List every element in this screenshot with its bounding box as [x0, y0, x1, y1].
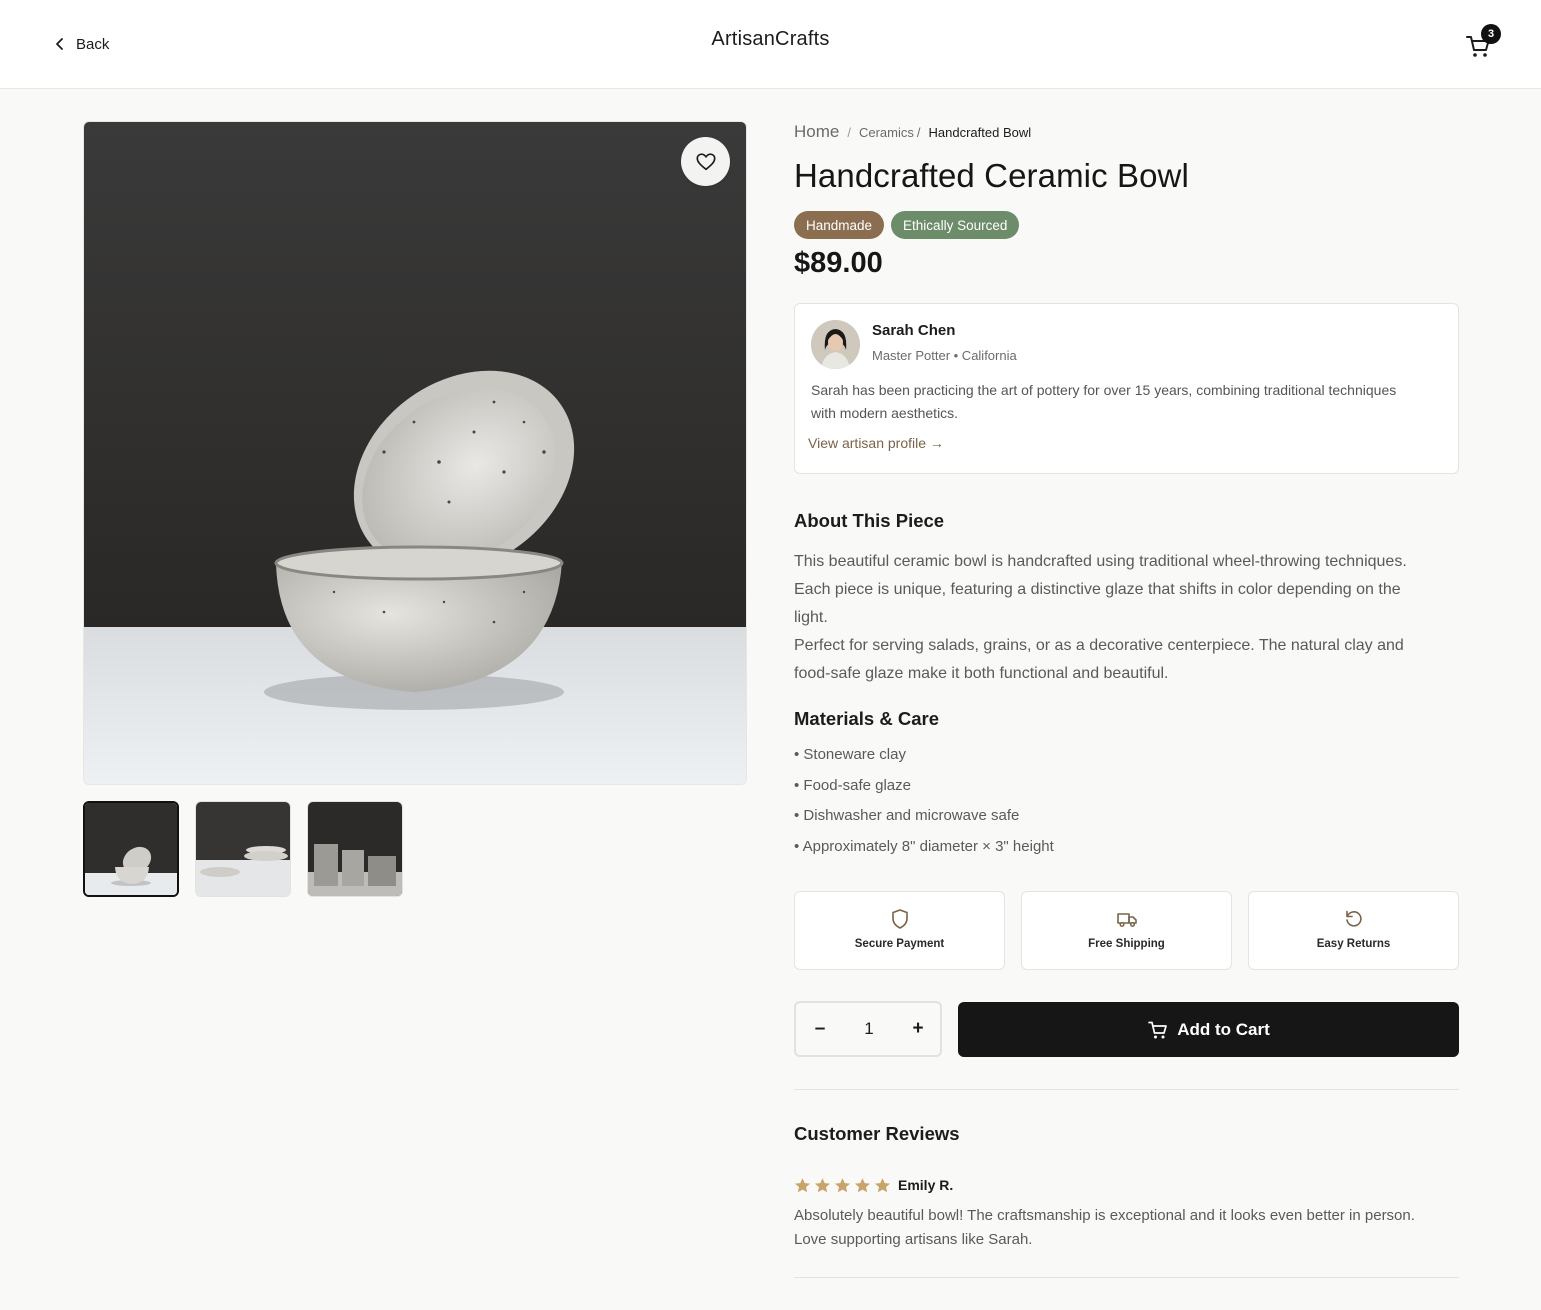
- thumbnail-3[interactable]: [307, 801, 403, 897]
- badge-ethically-sourced: Ethically Sourced: [891, 211, 1020, 239]
- brand-logo[interactable]: ArtisanCrafts: [0, 28, 1541, 51]
- wishlist-button[interactable]: [681, 137, 730, 186]
- add-to-cart-label: Add to Cart: [1177, 1019, 1270, 1039]
- breadcrumb-current: Handcrafted Bowl: [928, 125, 1032, 140]
- feature-label: Secure Payment: [854, 938, 945, 950]
- quantity-decrease-button[interactable]: –: [810, 1017, 830, 1041]
- quantity-input[interactable]: [846, 1017, 892, 1041]
- product-title: Handcrafted Ceramic Bowl: [794, 157, 1189, 194]
- feature-free-shipping: Free Shipping: [1021, 891, 1232, 970]
- add-to-cart-button[interactable]: Add to Cart: [958, 1002, 1459, 1057]
- star-icon: [855, 1178, 870, 1193]
- reviews-heading: Customer Reviews: [794, 1123, 960, 1144]
- about-heading: About This Piece: [794, 510, 945, 531]
- thumbnail-1[interactable]: [83, 801, 179, 897]
- cart-count-badge: 3: [1481, 24, 1501, 44]
- thumbnail-2[interactable]: [195, 801, 291, 897]
- divider: [794, 1277, 1459, 1278]
- feature-easy-returns: Easy Returns: [1248, 891, 1459, 970]
- star-icon: [875, 1178, 890, 1193]
- breadcrumb-separator: /: [847, 125, 851, 140]
- avatar: [811, 320, 860, 369]
- divider: [794, 1089, 1459, 1090]
- cart-icon: [1148, 1021, 1168, 1038]
- product-badges: Handmade Ethically Sourced: [794, 211, 1020, 239]
- quantity-stepper: – +: [794, 1001, 942, 1057]
- feature-label: Easy Returns: [1316, 938, 1391, 950]
- about-description: This beautiful ceramic bowl is handcraft…: [794, 548, 1434, 688]
- artisan-role: Master Potter • California: [872, 348, 1017, 363]
- reviewer-name: Emily R.: [898, 1177, 954, 1193]
- cart-button[interactable]: 3: [1462, 24, 1502, 62]
- artisan-name: Sarah Chen: [872, 322, 956, 339]
- top-bar: Back ArtisanCrafts 3: [0, 0, 1541, 89]
- product-main-image: [83, 121, 747, 785]
- list-item: • Stoneware clay: [794, 746, 906, 763]
- rotate-icon: [1345, 910, 1362, 927]
- about-paragraph: Perfect for serving salads, grains, or a…: [794, 637, 1404, 682]
- materials-list: • Stoneware clay • Food-safe glaze • Dis…: [794, 742, 1054, 864]
- list-item: • Dishwasher and microwave safe: [794, 807, 1020, 825]
- heart-icon: [695, 152, 716, 170]
- feature-label: Free Shipping: [1088, 938, 1165, 950]
- about-paragraph: This beautiful ceramic bowl is handcraft…: [794, 553, 1407, 626]
- star-icon: [795, 1178, 810, 1193]
- breadcrumb-separator: /: [916, 125, 921, 140]
- view-artisan-profile-link[interactable]: View artisan profile →: [808, 435, 944, 451]
- star-icon: [835, 1178, 850, 1193]
- truck-icon: [1116, 913, 1137, 928]
- product-price: $89.00: [794, 247, 883, 279]
- star-icon: [815, 1178, 830, 1193]
- materials-heading: Materials & Care: [794, 708, 939, 729]
- review-text: Absolutely beautiful bowl! The craftsman…: [794, 1207, 1415, 1248]
- artisan-bio: Sarah has been practicing the art of pot…: [811, 382, 1397, 421]
- list-item: • Food-safe glaze: [794, 776, 911, 794]
- badge-handmade: Handmade: [794, 211, 885, 239]
- breadcrumb-ceramics[interactable]: Ceramics: [859, 125, 914, 140]
- list-item: • Approximately 8" diameter × 3" height: [794, 837, 1054, 855]
- feature-secure-payment: Secure Payment: [794, 891, 1005, 970]
- quantity-increase-button[interactable]: +: [908, 1017, 928, 1041]
- breadcrumb: Home / Ceramics / Handcrafted Bowl: [794, 122, 1031, 142]
- artisan-card: Sarah Chen Master Potter • California Sa…: [794, 303, 1459, 474]
- shield-icon: [891, 909, 908, 929]
- star-rating: [794, 1177, 891, 1194]
- breadcrumb-home[interactable]: Home: [794, 122, 839, 142]
